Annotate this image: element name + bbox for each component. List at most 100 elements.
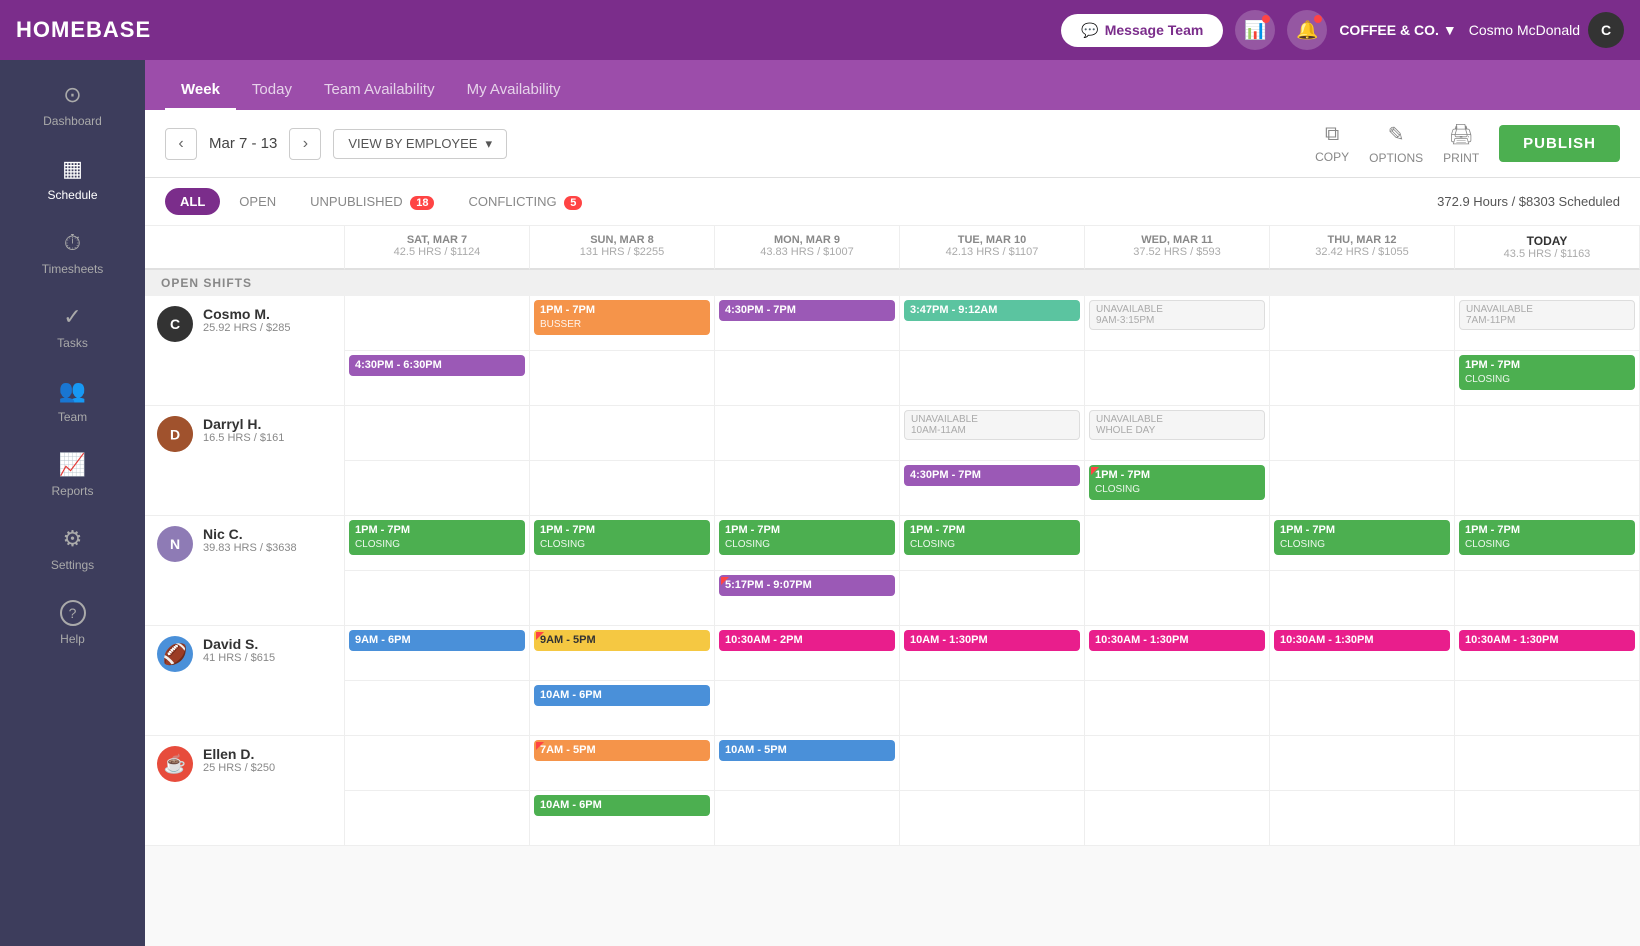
shift-block[interactable]: 1PM - 7PMCLOSING [904, 520, 1080, 555]
notifications-button[interactable]: 🔔 [1287, 10, 1327, 50]
nic-fri-r1[interactable]: 1PM - 7PMCLOSING [1455, 516, 1640, 571]
sub-nav: Week Today Team Availability My Availabi… [145, 60, 1640, 110]
publish-button[interactable]: PUBLISH [1499, 125, 1620, 162]
analytics-icon: 📊 [1244, 20, 1266, 41]
cosmo-tue-r1[interactable]: 3:47PM - 9:12AM [900, 296, 1085, 351]
sidebar-item-help[interactable]: ? Help [0, 586, 145, 660]
sidebar-item-settings[interactable]: ⚙ Settings [0, 512, 145, 586]
shift-block[interactable]: 5:17PM - 9:07PM [719, 575, 895, 596]
darryl-sat-r2 [345, 461, 530, 516]
shift-block[interactable]: 1PM - 7PMCLOSING [719, 520, 895, 555]
filter-tab-conflicting[interactable]: CONFLICTING 5 [453, 188, 597, 215]
darryl-mon-r2 [715, 461, 900, 516]
copy-button[interactable]: ⧉ COPY [1315, 123, 1349, 164]
nic-sat-r1[interactable]: 1PM - 7PMCLOSING [345, 516, 530, 571]
schedule-grid: SAT, MAR 7 42.5 HRS / $1124 SUN, MAR 8 1… [145, 226, 1640, 846]
david-tue-r1[interactable]: 10AM - 1:30PM [900, 626, 1085, 681]
shift-block[interactable]: 1PM - 7PMCLOSING [1274, 520, 1450, 555]
shift-block[interactable]: 1PM - 7PMCLOSING [1459, 355, 1635, 390]
prev-week-button[interactable]: ‹ [165, 128, 197, 160]
shift-block[interactable]: 10AM - 5PM [719, 740, 895, 761]
next-week-button[interactable]: › [289, 128, 321, 160]
shift-block[interactable]: 9AM - 5PM [534, 630, 710, 651]
filter-tab-unpublished[interactable]: UNPUBLISHED 18 [295, 188, 449, 215]
darryl-sun-r1 [530, 406, 715, 461]
darryl-tue-r2[interactable]: 4:30PM - 7PM [900, 461, 1085, 516]
cosmo-fri-r2[interactable]: 1PM - 7PMCLOSING [1455, 351, 1640, 406]
col-header-today: TODAY 43.5 HRS / $1163 [1455, 226, 1640, 270]
david-thu-r1[interactable]: 10:30AM - 1:30PM [1270, 626, 1455, 681]
shift-block[interactable]: 10:30AM - 1:30PM [1274, 630, 1450, 651]
bell-notification-dot [1314, 15, 1322, 23]
tab-week[interactable]: Week [165, 71, 236, 111]
nic-mon-r2[interactable]: 5:17PM - 9:07PM [715, 571, 900, 626]
shift-block[interactable]: 10:30AM - 1:30PM [1459, 630, 1635, 651]
col-header-employee [145, 226, 345, 270]
shift-block[interactable]: 1PM - 7PMCLOSING [1459, 520, 1635, 555]
col-header-5: THU, MAR 12 32.42 HRS / $1055 [1270, 226, 1455, 270]
shift-block[interactable]: 1PM - 7PMCLOSING [1089, 465, 1265, 500]
shift-block[interactable]: 4:30PM - 7PM [904, 465, 1080, 486]
options-button[interactable]: ✎ OPTIONS [1369, 122, 1423, 165]
tab-today[interactable]: Today [236, 71, 308, 111]
david-sat-r2 [345, 681, 530, 736]
tab-my-availability[interactable]: My Availability [451, 71, 577, 111]
filter-tab-all[interactable]: ALL [165, 188, 220, 215]
sidebar-item-dashboard[interactable]: ⊙ Dashboard [0, 68, 145, 142]
sidebar-item-team[interactable]: 👥 Team [0, 364, 145, 438]
header-right: 💬 Message Team 📊 🔔 COFFEE & CO. ▼ Cosmo … [1061, 10, 1624, 50]
shift-block[interactable]: 1PM - 7PMCLOSING [349, 520, 525, 555]
nic-tue-r1[interactable]: 1PM - 7PMCLOSING [900, 516, 1085, 571]
shift-block[interactable]: 4:30PM - 7PM [719, 300, 895, 321]
shift-block[interactable]: 9AM - 6PM [349, 630, 525, 651]
print-button[interactable]: 🖨 PRINT [1443, 122, 1479, 165]
schedule-container[interactable]: SAT, MAR 7 42.5 HRS / $1124 SUN, MAR 8 1… [145, 226, 1640, 946]
david-wed-r1[interactable]: 10:30AM - 1:30PM [1085, 626, 1270, 681]
david-fri-r1[interactable]: 10:30AM - 1:30PM [1455, 626, 1640, 681]
shift-block[interactable]: 4:30PM - 6:30PM [349, 355, 525, 376]
col-header-0: SAT, MAR 7 42.5 HRS / $1124 [345, 226, 530, 270]
analytics-icon-button[interactable]: 📊 [1235, 10, 1275, 50]
david-sat-r1[interactable]: 9AM - 6PM [345, 626, 530, 681]
nic-sun-r1[interactable]: 1PM - 7PMCLOSING [530, 516, 715, 571]
shift-block[interactable]: 10AM - 1:30PM [904, 630, 1080, 651]
darryl-fri-r2 [1455, 461, 1640, 516]
cosmo-sat-r2[interactable]: 4:30PM - 6:30PM [345, 351, 530, 406]
shift-block[interactable]: 7AM - 5PM [534, 740, 710, 761]
nic-thu-r1[interactable]: 1PM - 7PMCLOSING [1270, 516, 1455, 571]
sidebar-item-tasks[interactable]: ✓ Tasks [0, 290, 145, 364]
col-header-4: WED, MAR 11 37.52 HRS / $593 [1085, 226, 1270, 270]
sidebar-item-schedule[interactable]: ▦ Schedule [0, 142, 145, 216]
cosmo-mon-r2 [715, 351, 900, 406]
david-sun-r1[interactable]: 9AM - 5PM [530, 626, 715, 681]
company-selector[interactable]: COFFEE & CO. ▼ [1339, 22, 1456, 38]
ellen-sun-r2[interactable]: 10AM - 6PM [530, 791, 715, 846]
cosmo-mon-r1[interactable]: 4:30PM - 7PM [715, 296, 900, 351]
open-shifts-label: OPEN SHIFTS [145, 270, 1640, 296]
sidebar-item-reports[interactable]: 📈 Reports [0, 438, 145, 512]
shift-block[interactable]: 1PM - 7PMBUSSER [534, 300, 710, 335]
shift-block[interactable]: 10AM - 6PM [534, 795, 710, 816]
shift-block[interactable]: 1PM - 7PMCLOSING [534, 520, 710, 555]
tab-team-availability[interactable]: Team Availability [308, 71, 451, 111]
shift-block[interactable]: 10:30AM - 2PM [719, 630, 895, 651]
cosmo-thu-r2 [1270, 351, 1455, 406]
nic-mon-r1[interactable]: 1PM - 7PMCLOSING [715, 516, 900, 571]
ellen-sun-r1[interactable]: 7AM - 5PM [530, 736, 715, 791]
conflict-indicator [536, 742, 544, 750]
darryl-wed-r2[interactable]: 1PM - 7PMCLOSING [1085, 461, 1270, 516]
nic-sun-r2 [530, 571, 715, 626]
view-selector[interactable]: VIEW BY EMPLOYEE ▾ [333, 129, 507, 159]
top-header: HOMEBASE 💬 Message Team 📊 🔔 COFFEE & CO.… [0, 0, 1640, 60]
ellen-mon-r1[interactable]: 10AM - 5PM [715, 736, 900, 791]
david-sun-r2[interactable]: 10AM - 6PM [530, 681, 715, 736]
shift-block[interactable]: 10AM - 6PM [534, 685, 710, 706]
cosmo-sun-r1[interactable]: 1PM - 7PMBUSSER [530, 296, 715, 351]
shift-block[interactable]: 3:47PM - 9:12AM [904, 300, 1080, 321]
message-team-button[interactable]: 💬 Message Team [1061, 14, 1223, 47]
filter-tab-open[interactable]: OPEN [224, 188, 291, 215]
darryl-wed-r1: UNAVAILABLEWHOLE DAY [1085, 406, 1270, 461]
david-mon-r1[interactable]: 10:30AM - 2PM [715, 626, 900, 681]
shift-block[interactable]: 10:30AM - 1:30PM [1089, 630, 1265, 651]
sidebar-item-timesheets[interactable]: ⏱ Timesheets [0, 216, 145, 290]
